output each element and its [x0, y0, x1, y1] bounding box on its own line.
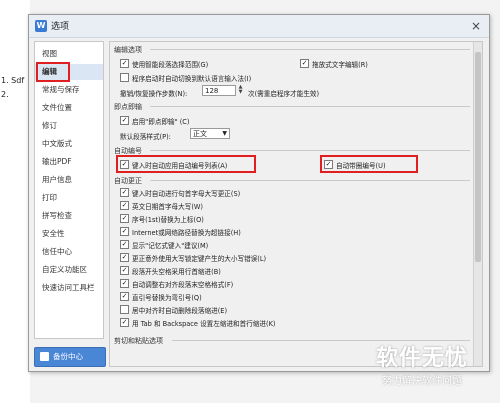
undo-steps-input[interactable]: 128 — [202, 85, 236, 96]
section-divider — [150, 106, 470, 107]
watermark-title: 软件无忧 — [376, 346, 469, 371]
dialog-title: 选项 — [51, 22, 70, 32]
document-page: 1. Sdf 2. — [0, 0, 30, 403]
checkbox-smart-quotes[interactable]: ✓ — [120, 292, 129, 301]
document-line-2: 2. — [1, 90, 9, 99]
checkbox-right-align-space[interactable]: ✓ — [120, 279, 129, 288]
label-autocomplete: 显示"记忆式键入"建议(M) — [132, 242, 209, 250]
section-divider — [150, 150, 470, 151]
checkbox-caps-lock[interactable]: ✓ — [120, 253, 129, 262]
content-scrollbar[interactable] — [473, 42, 482, 366]
chevron-down-icon: ▼ — [222, 130, 227, 137]
default-style-select[interactable]: 正文 ▼ — [190, 128, 230, 139]
checkbox-leading-space-indent[interactable]: ✓ — [120, 266, 129, 275]
sidebar-item-file-location[interactable]: 文件位置 — [35, 100, 103, 116]
watermark-subtitle: 努力解决软件问题 — [382, 376, 462, 387]
highlight-box-auto-circle — [320, 155, 418, 173]
sidebar-item-chinese-layout[interactable]: 中文版式 — [35, 136, 103, 152]
checkbox-click-type[interactable]: ✓ — [120, 116, 129, 125]
section-click-type: 即点即输 — [114, 103, 142, 111]
section-cut-paste: 剪切和粘贴选项 — [114, 337, 163, 345]
sidebar-item-spell-check[interactable]: 拼写检查 — [35, 208, 103, 224]
label-ime-switch: 程序启动时自动切换到默认语言输入法(I) — [132, 75, 252, 83]
label-capitalize-sentence: 键入时自动进行句首字母大写更正(S) — [132, 190, 241, 198]
checkbox-drag-edit[interactable]: ✓ — [300, 59, 309, 68]
label-smart-select: 使用智能段落选择范围(G) — [132, 61, 209, 69]
backup-center-label: 备份中心 — [53, 352, 83, 361]
label-center-remove-indent: 居中对齐时自动删除段落缩进(E) — [132, 307, 228, 315]
scroll-thumb[interactable] — [475, 52, 481, 262]
section-divider — [150, 180, 470, 181]
checkbox-autocomplete[interactable]: ✓ — [120, 240, 129, 249]
sidebar-item-general-save[interactable]: 常规与保存 — [35, 82, 103, 98]
label-click-type: 启用"即点即输" (C) — [132, 118, 190, 126]
checkbox-ime-switch[interactable] — [120, 73, 129, 82]
section-divider — [150, 49, 470, 50]
options-content: 编辑选项 ✓ 使用智能段落选择范围(G) ✓ 拖放式文字编辑(R) 程序启动时自… — [109, 41, 483, 367]
wps-app-icon: W — [35, 20, 47, 32]
label-right-align-space: 自动调整右对齐段落末空格格式(F) — [132, 281, 234, 289]
checkbox-capitalize-sentence[interactable]: ✓ — [120, 188, 129, 197]
label-ordinal-superscript: 序号(1st)替换为上标(O) — [132, 216, 204, 224]
checkbox-tab-backspace-indent[interactable]: ✓ — [120, 318, 129, 327]
options-sidebar: 视图 编辑 常规与保存 文件位置 修订 中文版式 输出PDF 用户信息 打印 拼… — [34, 41, 104, 339]
section-edit-options: 编辑选项 — [114, 46, 142, 54]
sidebar-item-trust-center[interactable]: 信任中心 — [35, 244, 103, 260]
label-leading-space-indent: 段落开头空格采用行首缩进(B) — [132, 268, 221, 276]
sidebar-item-user-info[interactable]: 用户信息 — [35, 172, 103, 188]
backup-center-button[interactable]: 备份中心 — [34, 347, 106, 367]
checkbox-ordinal-superscript[interactable]: ✓ — [120, 214, 129, 223]
sidebar-item-revision[interactable]: 修订 — [35, 118, 103, 134]
checkbox-hyperlink[interactable]: ✓ — [120, 227, 129, 236]
label-undo-steps-suffix: 次(需重启程序才能生效) — [248, 90, 320, 98]
checkbox-english-date[interactable]: ✓ — [120, 201, 129, 210]
checkbox-smart-select[interactable]: ✓ — [120, 59, 129, 68]
sidebar-item-print[interactable]: 打印 — [35, 190, 103, 206]
sidebar-item-export-pdf[interactable]: 输出PDF — [35, 154, 103, 170]
sidebar-item-security[interactable]: 安全性 — [35, 226, 103, 242]
label-tab-backspace-indent: 用 Tab 和 Backspace 设置左缩进和首行缩进(K) — [132, 320, 276, 328]
sidebar-item-view[interactable]: 视图 — [35, 46, 103, 62]
label-hyperlink: Internet或网络路径替换为超链接(H) — [132, 229, 241, 237]
spin-arrows-icon[interactable]: ▲ ▼ — [237, 85, 244, 96]
label-drag-edit: 拖放式文字编辑(R) — [312, 61, 368, 69]
dialog-titlebar: W 选项 × — [29, 15, 489, 38]
label-default-style: 默认段落样式(P): — [120, 133, 171, 141]
highlight-box-auto-list — [116, 155, 256, 173]
checkbox-center-remove-indent[interactable] — [120, 305, 129, 314]
sidebar-item-quick-access-toolbar[interactable]: 快速访问工具栏 — [35, 280, 103, 296]
label-undo-steps: 撤销/恢复操作步数(N): — [120, 90, 188, 98]
document-line-1: 1. Sdf — [1, 76, 25, 85]
section-auto-correct: 自动更正 — [114, 177, 142, 185]
label-english-date: 英文日期首字母大写(W) — [132, 203, 204, 211]
default-style-value: 正文 — [193, 130, 207, 138]
highlight-box-edit — [36, 62, 70, 82]
label-caps-lock: 更正意外使用大写锁定键产生的大小写错误(L) — [132, 255, 267, 263]
label-smart-quotes: 直引号替换为弯引号(Q) — [132, 294, 202, 302]
options-dialog: W 选项 × 视图 编辑 常规与保存 文件位置 修订 中文版式 输出PDF 用户… — [28, 14, 490, 372]
backup-icon — [40, 352, 49, 361]
close-button[interactable]: × — [469, 19, 483, 33]
sidebar-item-customize-ribbon[interactable]: 自定义功能区 — [35, 262, 103, 278]
